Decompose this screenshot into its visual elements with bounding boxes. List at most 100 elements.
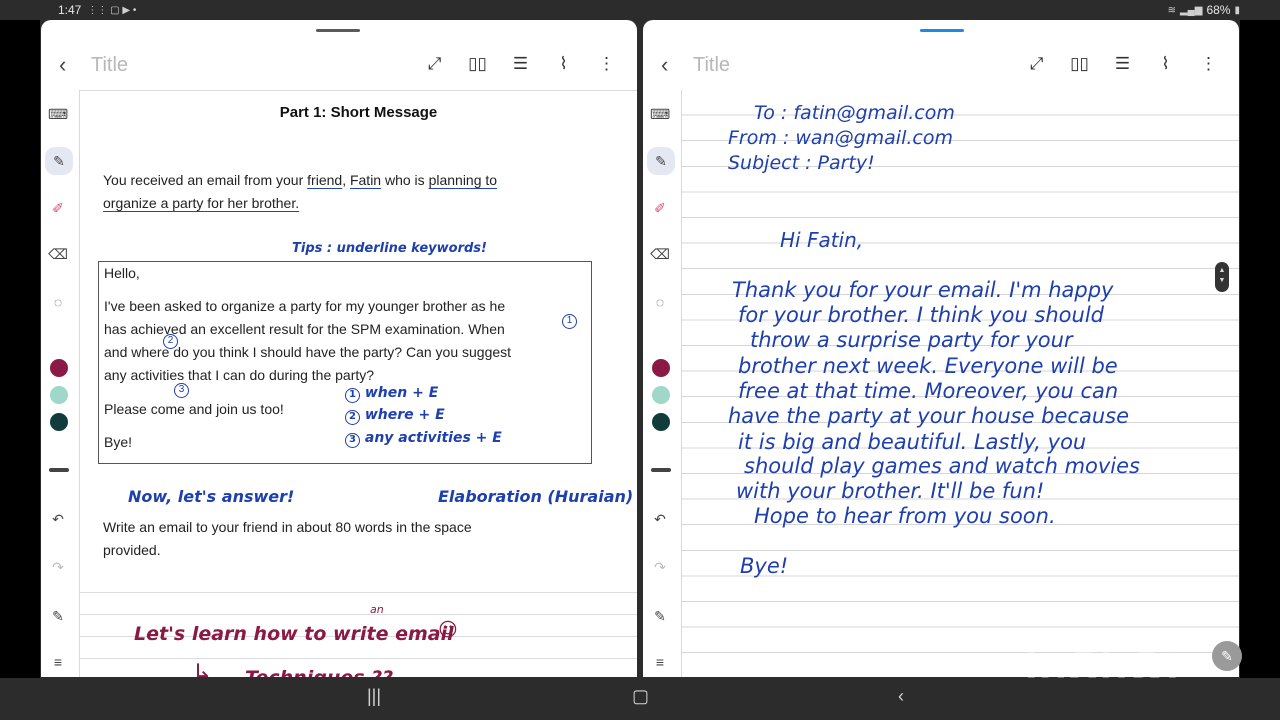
email-body-line: free at that time. Moreover, you can	[738, 379, 1119, 403]
status-right: ≋ ▂▄▆ 68% ▮	[1168, 3, 1240, 17]
email-to-line: To : fatin@gmail.com	[754, 102, 955, 124]
color-swatch-mint[interactable]	[652, 386, 670, 404]
note-toolbar: ‹ Title ⤢ ▯▯ ☰ ⌇ ⋮	[643, 38, 1239, 94]
annotation-number-3: 3	[174, 383, 189, 398]
color-swatch-crimson[interactable]	[652, 359, 670, 377]
annotation-where: 2 where + E	[345, 407, 445, 425]
email-body-line: it is big and beautiful. Lastly, you	[738, 430, 1087, 454]
keyboard-icon[interactable]: ⌨	[650, 104, 670, 124]
stroke-size-bar[interactable]	[49, 468, 69, 472]
techniques-heading: Techniques ??	[245, 667, 393, 677]
note-title[interactable]: Title	[693, 54, 730, 77]
notification-icons: ⋮⋮ ▢ ▶ •	[87, 4, 137, 16]
pen-icon[interactable]: ✎	[647, 147, 675, 175]
align-icon[interactable]: ≡	[48, 652, 68, 672]
highlighter-icon[interactable]: ✐	[48, 198, 68, 218]
document-icon[interactable]: ☰	[510, 54, 531, 74]
toolbar-actions: ⤢ ▯▯ ☰ ⌇ ⋮	[1026, 54, 1219, 74]
edit-pen-icon[interactable]: ✎	[1212, 641, 1242, 671]
email-prompt-box: Hello, I've been asked to organize a par…	[98, 261, 592, 464]
underlined-friend: friend	[307, 172, 343, 188]
tips-annotation: Tips : underline keywords!	[292, 241, 487, 256]
email-line-1: I've been asked to organize a party for …	[104, 298, 506, 314]
keyboard-icon[interactable]: ⌨	[48, 104, 68, 124]
email-subject-line: Subject : Party!	[728, 152, 875, 174]
note-title[interactable]: Title	[91, 54, 128, 77]
email-body-line: for your brother. I think you should	[738, 303, 1105, 327]
learn-email-heading: Let's learn how to write email	[134, 623, 454, 645]
back-arrow-icon[interactable]: ‹	[661, 52, 668, 78]
wifi-icon: ≋	[1167, 4, 1176, 16]
email-body-line: should play games and watch movies	[744, 454, 1140, 478]
intro-line-2: organize a party for her brother.	[103, 195, 300, 211]
color-swatch-mint[interactable]	[50, 386, 68, 404]
align-icon[interactable]: ≡	[650, 652, 670, 672]
annotation-number-2: 2	[163, 334, 178, 349]
document-icon[interactable]: ☰	[1112, 54, 1133, 74]
color-swatch-crimson[interactable]	[50, 359, 68, 377]
highlighter-icon[interactable]: ✐	[650, 198, 670, 218]
eraser-icon[interactable]: ⌫	[48, 244, 68, 264]
insert-word-annotation: an	[370, 603, 384, 616]
home-icon[interactable]: ▢	[632, 686, 649, 707]
pen-settings-icon[interactable]: ✎	[650, 606, 670, 626]
email-body-line: have the party at your house because	[728, 404, 1130, 428]
right-notes-window: ‹ Title ⤢ ▯▯ ☰ ⌇ ⋮ ⌨ ✎ ✐ ⌫ ◌ ↶ ↷ ✎ ≡ To …	[643, 20, 1239, 677]
window-drag-handle[interactable]	[920, 29, 964, 32]
email-body-line: with your brother. It'll be fun!	[736, 479, 1045, 503]
system-nav-bar: ||| ▢ ‹	[0, 678, 1280, 720]
back-arrow-icon[interactable]: ‹	[59, 52, 66, 78]
underlined-fatin: Fatin	[349, 172, 382, 188]
note-toolbar: ‹ Title ⤢ ▯▯ ☰ ⌇ ⋮	[41, 38, 637, 94]
book-icon[interactable]: ▯▯	[467, 54, 488, 74]
eraser-icon[interactable]: ⌫	[650, 244, 670, 264]
more-icon[interactable]: ⋮	[1198, 54, 1219, 74]
signal-icon: ▂▄▆	[1179, 4, 1203, 16]
more-icon[interactable]: ⋮	[596, 54, 617, 74]
recent-apps-icon[interactable]: |||	[367, 686, 381, 707]
status-time: 1:47	[58, 3, 82, 17]
elaboration-annotation: Elaboration (Huraian)	[438, 487, 634, 506]
pen-icon[interactable]: ✎	[45, 147, 73, 175]
battery-level: 68%	[1206, 3, 1231, 17]
redo-icon[interactable]: ↷	[650, 557, 670, 577]
attach-icon[interactable]: ⌇	[553, 54, 574, 74]
page-scroll-handle[interactable]: ▲ ▼	[1215, 262, 1229, 292]
annotation-where-text: where + E	[364, 407, 445, 423]
annotation-number-1: 1	[562, 314, 577, 329]
arrow-icon: ↳	[192, 659, 213, 677]
back-nav-icon[interactable]: ‹	[898, 686, 904, 707]
color-swatch-dark-teal[interactable]	[50, 413, 68, 431]
intro-text: You received an email from your	[103, 172, 308, 188]
status-bar: 1:47 ⋮⋮ ▢ ▶ • ≋ ▂▄▆ 68% ▮	[0, 0, 1280, 20]
worksheet-heading: Part 1: Short Message	[279, 104, 438, 121]
tool-rail: ⌨ ✎ ✐ ⌫ ◌ ↶ ↷ ✎ ≡	[643, 94, 677, 677]
stroke-size-bar[interactable]	[651, 468, 671, 472]
attach-icon[interactable]: ⌇	[1155, 54, 1176, 74]
now-answer-annotation: Now, let's answer!	[128, 487, 295, 506]
handwritten-email-page[interactable]: To : fatin@gmail.com From : wan@gmail.co…	[681, 90, 1239, 677]
email-body-line: Thank you for your email. I'm happy	[732, 278, 1114, 302]
email-greeting: Hello,	[104, 265, 140, 281]
battery-icon: ▮	[1234, 4, 1240, 16]
intro-line-1: You received an email from your friend, …	[103, 169, 497, 192]
expand-icon[interactable]: ⤢	[1026, 54, 1047, 74]
email-body-line: Hope to hear from you soon.	[754, 504, 1056, 528]
color-swatch-dark-teal[interactable]	[652, 413, 670, 431]
left-notes-window: ‹ Title ⤢ ▯▯ ☰ ⌇ ⋮ ⌨ ✎ ✐ ⌫ ◌ ↶ ↷ ✎ ≡ Par…	[41, 20, 637, 677]
lasso-icon[interactable]: ◌	[48, 292, 68, 312]
undo-icon[interactable]: ↶	[48, 509, 68, 529]
email-salutation: Hi Fatin,	[780, 228, 864, 252]
worksheet-page[interactable]: Part 1: Short Message You received an em…	[79, 90, 637, 677]
smile-icon: ☺	[438, 619, 458, 641]
window-drag-handle[interactable]	[316, 29, 360, 32]
annotation-when-text: when + E	[364, 385, 439, 401]
undo-icon[interactable]: ↶	[650, 509, 670, 529]
lasso-icon[interactable]: ◌	[650, 292, 670, 312]
pen-settings-icon[interactable]: ✎	[48, 606, 68, 626]
expand-icon[interactable]: ⤢	[424, 54, 445, 74]
book-icon[interactable]: ▯▯	[1069, 54, 1090, 74]
email-from-line: From : wan@gmail.com	[728, 127, 953, 149]
annotation-activities-text: any activities + E	[364, 430, 502, 446]
redo-icon[interactable]: ↷	[48, 557, 68, 577]
